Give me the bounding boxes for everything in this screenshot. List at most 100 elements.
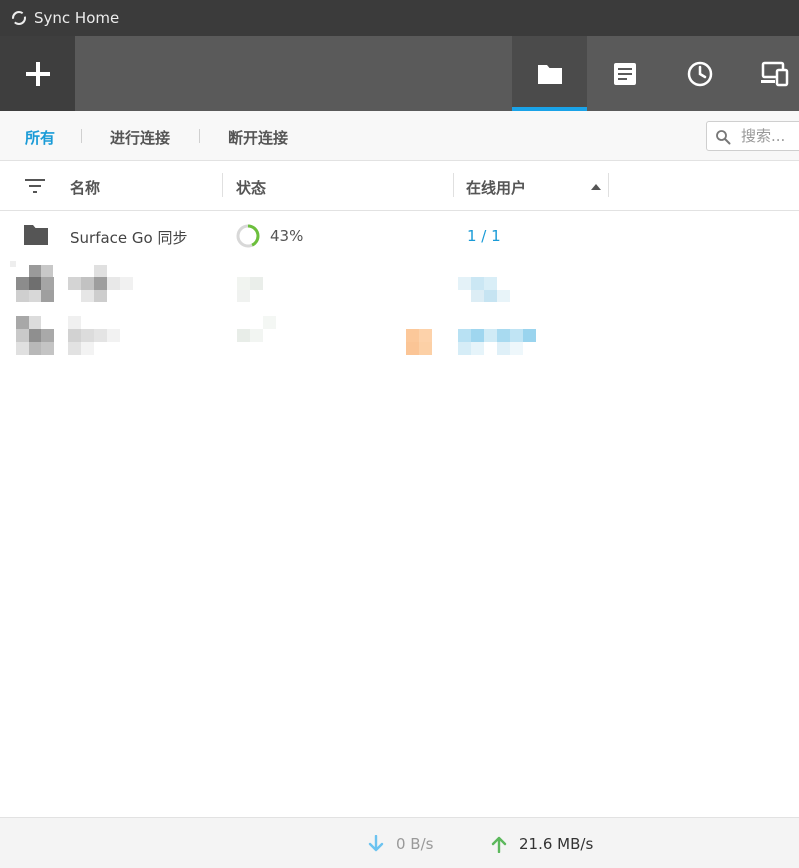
search-icon (716, 130, 731, 145)
redacted-pixel (94, 265, 107, 277)
download-arrow-icon (368, 835, 384, 852)
redacted-pixel (94, 277, 107, 290)
redacted-pixel (81, 277, 94, 290)
redacted-pixel (29, 342, 41, 355)
row-online-users[interactable]: 1 / 1 (467, 227, 501, 245)
redacted-pixel (16, 277, 29, 290)
upload-rate: 21.6 MB/s (519, 835, 594, 853)
redacted-pixel (484, 277, 497, 290)
redacted-pixel (471, 329, 484, 342)
title-bar: Sync Home (0, 0, 799, 36)
redacted-pixel (41, 290, 54, 302)
redacted-pixel (263, 316, 276, 329)
redacted-pixel (484, 290, 497, 302)
filter-all[interactable]: 所有 (25, 127, 55, 148)
redacted-pixel (250, 277, 263, 290)
redacted-pixel (471, 342, 484, 355)
status-bar: 0 B/s 21.6 MB/s (0, 817, 799, 868)
toolbar (0, 36, 799, 111)
column-header-name[interactable]: 名称 (70, 177, 100, 198)
filter-divider (199, 129, 200, 143)
redacted-pixel (41, 329, 54, 342)
redacted-pixel (16, 316, 29, 329)
redacted-pixel (237, 277, 250, 290)
progress-ring-icon (236, 224, 260, 248)
tab-folders[interactable] (512, 36, 587, 111)
redacted-pixel (81, 290, 94, 302)
redacted-pixel (458, 277, 471, 290)
redacted-pixel (406, 342, 419, 355)
redacted-pixel (94, 290, 107, 302)
column-header-status[interactable]: 状态 (236, 177, 266, 198)
notes-icon (613, 62, 636, 85)
redacted-pixel (458, 342, 471, 355)
redacted-pixel (471, 290, 484, 302)
sort-filter-icon[interactable] (25, 178, 45, 194)
redacted-pixel (484, 329, 497, 342)
redacted-pixel (237, 329, 250, 342)
redacted-pixel (81, 329, 94, 342)
column-divider (608, 173, 609, 197)
add-button[interactable] (0, 36, 75, 111)
row-status: 43% (270, 227, 304, 245)
column-header-online-users[interactable]: 在线用户 (466, 177, 526, 198)
redacted-pixel (94, 329, 107, 342)
redacted-pixel (510, 342, 523, 355)
redacted-pixel (523, 329, 536, 342)
column-divider (453, 173, 454, 197)
tab-notes[interactable] (587, 36, 662, 111)
redacted-pixel (68, 329, 81, 342)
redacted-pixel (16, 342, 29, 355)
redacted-pixel (29, 277, 41, 290)
redacted-pixel (41, 265, 53, 277)
redacted-pixel (29, 329, 41, 342)
table-row-redacted[interactable] (0, 261, 799, 311)
redacted-pixel (419, 329, 432, 342)
filter-divider (81, 129, 82, 143)
folder-icon (537, 64, 562, 84)
sort-ascending-icon[interactable] (591, 184, 601, 190)
folder-icon (24, 225, 48, 245)
tab-devices[interactable] (737, 36, 799, 111)
redacted-pixel (237, 290, 250, 302)
redacted-pixel (497, 290, 510, 302)
upload-arrow-icon (491, 836, 507, 853)
redacted-pixel (107, 277, 120, 290)
redacted-pixel (68, 316, 81, 329)
table-row[interactable]: Surface Go 同步 43% 1 / 1 (0, 211, 799, 261)
redacted-pixel (81, 342, 94, 355)
redacted-pixel (29, 290, 41, 302)
redacted-pixel (68, 277, 81, 290)
redacted-pixel (406, 329, 419, 342)
redacted-pixel (458, 329, 471, 342)
column-divider (222, 173, 223, 197)
row-name: Surface Go 同步 (70, 229, 188, 247)
filter-connecting[interactable]: 进行连接 (110, 127, 170, 148)
redacted-pixel (419, 342, 432, 355)
redacted-pixel (471, 277, 484, 290)
redacted-pixel (29, 316, 41, 329)
redacted-pixel (497, 342, 510, 355)
download-rate: 0 B/s (396, 835, 434, 853)
sync-icon (12, 11, 26, 25)
redacted-pixel (510, 329, 523, 342)
redacted-pixel (497, 329, 510, 342)
search-box[interactable] (706, 121, 799, 151)
redacted-pixel (41, 277, 54, 290)
redacted-pixel (16, 329, 29, 342)
redacted-pixel (68, 342, 81, 355)
search-input[interactable] (741, 127, 799, 145)
redacted-pixel (107, 329, 120, 342)
table-header: 名称 状态 在线用户 (0, 161, 799, 211)
tab-history[interactable] (662, 36, 737, 111)
filter-disconnected[interactable]: 断开连接 (228, 127, 288, 148)
filter-bar: 所有 进行连接 断开连接 (0, 111, 799, 161)
redacted-pixel (250, 329, 263, 342)
devices-icon (760, 61, 788, 86)
clock-icon (687, 61, 712, 86)
plus-icon (25, 61, 50, 86)
table-row-redacted[interactable] (0, 313, 799, 363)
redacted-pixel (41, 342, 54, 355)
window-title: Sync Home (34, 9, 120, 27)
redacted-pixel (16, 290, 29, 302)
